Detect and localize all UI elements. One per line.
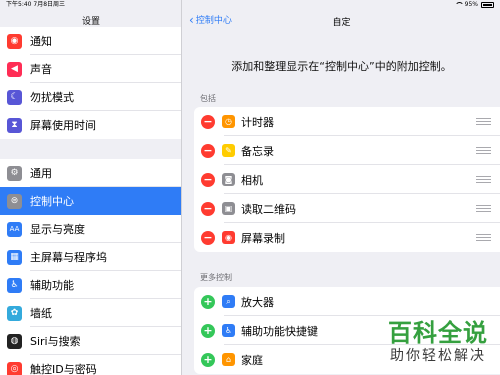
list-item-camera: − ◙ 相机 bbox=[194, 165, 500, 194]
add-button[interactable]: + bbox=[201, 352, 215, 367]
sidebar-item-touch-id[interactable]: ◎ 触控ID与密码 bbox=[0, 355, 181, 375]
status-time-date: 下午5:40 7月8日周三 bbox=[6, 1, 66, 8]
notifications-icon: ◉ bbox=[7, 33, 22, 49]
more-section-label: 更多控制 bbox=[200, 273, 232, 282]
sidebar-item-label: 声音 bbox=[30, 63, 52, 76]
page-title: 自定 bbox=[332, 18, 351, 28]
battery-percent: 95% bbox=[464, 1, 478, 8]
included-section-label: 包括 bbox=[200, 94, 216, 103]
list-item-screen-record: − ◉ 屏幕录制 bbox=[194, 223, 500, 252]
control-center-icon: ⊜ bbox=[7, 193, 22, 209]
home-icon: ⌂ bbox=[222, 353, 235, 366]
sidebar-item-label: 触控ID与密码 bbox=[30, 363, 97, 375]
sidebar-item-accessibility[interactable]: ♿ 辅助功能 bbox=[0, 271, 181, 299]
control-label: 计时器 bbox=[241, 115, 274, 129]
sidebar-group-1: ◉ 通知 ◀ 声音 ☾ 勿扰模式 ⧗ 屏幕使用时间 bbox=[0, 27, 181, 139]
sidebar-item-siri[interactable]: ◍ Siri与搜索 bbox=[0, 327, 181, 355]
sidebar-item-label: 通用 bbox=[30, 167, 52, 180]
control-label: 屏幕录制 bbox=[241, 231, 285, 245]
status-right: 95% bbox=[454, 0, 494, 10]
hint-text: 添加和整理显示在“控制中心”中的附加控制。 bbox=[231, 60, 452, 73]
sidebar-item-label: 控制中心 bbox=[30, 195, 74, 208]
sidebar-group-2: ⚙ 通用 ⊜ 控制中心 AA 显示与亮度 ▦ 主屏幕与程序坞 ♿ 辅助功能 ✿ … bbox=[0, 159, 181, 375]
sidebar-item-label: 主屏幕与程序坞 bbox=[30, 251, 107, 264]
touch-id-icon: ◎ bbox=[7, 361, 22, 375]
watermark-logo: 百科全说 助你轻松解决 bbox=[388, 319, 488, 365]
list-item-magnifier: + ⌕ 放大器 bbox=[194, 287, 500, 316]
list-item-notes: − ✎ 备忘录 bbox=[194, 136, 500, 165]
add-button[interactable]: + bbox=[201, 323, 215, 338]
sidebar-item-wallpaper[interactable]: ✿ 墙纸 bbox=[0, 299, 181, 327]
accessibility-shortcut-icon: ♿ bbox=[222, 324, 235, 337]
notes-icon: ✎ bbox=[222, 144, 235, 157]
control-label: 家庭 bbox=[241, 353, 263, 367]
nav-bar: ‹ 控制中心 自定 bbox=[183, 10, 500, 32]
display-icon: AA bbox=[7, 221, 22, 237]
watermark-title: 百科全说 bbox=[388, 319, 488, 347]
sidebar-item-label: 勿扰模式 bbox=[30, 91, 74, 104]
accessibility-icon: ♿ bbox=[7, 277, 22, 293]
settings-sidebar: 设置 ◉ 通知 ◀ 声音 ☾ 勿扰模式 ⧗ 屏幕使用时间 ⚙ 通用 ⊜ 控制中心… bbox=[0, 0, 182, 375]
reorder-handle-icon[interactable] bbox=[476, 176, 491, 183]
reorder-handle-icon[interactable] bbox=[476, 234, 491, 241]
sidebar-title: 设置 bbox=[81, 17, 100, 27]
status-bar: 下午5:40 7月8日周三 95% bbox=[0, 0, 500, 10]
sidebar-item-home-screen[interactable]: ▦ 主屏幕与程序坞 bbox=[0, 243, 181, 271]
hourglass-icon: ⧗ bbox=[7, 117, 22, 133]
sidebar-item-screen-time[interactable]: ⧗ 屏幕使用时间 bbox=[0, 111, 181, 139]
magnifier-icon: ⌕ bbox=[222, 295, 235, 308]
wifi-icon bbox=[454, 2, 464, 8]
remove-button[interactable]: − bbox=[201, 114, 215, 129]
sidebar-item-display[interactable]: AA 显示与亮度 bbox=[0, 215, 181, 243]
reorder-handle-icon[interactable] bbox=[476, 205, 491, 212]
sidebar-item-general[interactable]: ⚙ 通用 bbox=[0, 159, 181, 187]
gear-icon: ⚙ bbox=[7, 165, 22, 181]
sidebar-item-label: 通知 bbox=[30, 35, 52, 48]
timer-icon: ◷ bbox=[222, 115, 235, 128]
list-item-qr-code: − ▣ 读取二维码 bbox=[194, 194, 500, 223]
remove-button[interactable]: − bbox=[201, 201, 215, 216]
watermark-subtitle: 助你轻松解决 bbox=[390, 348, 486, 364]
moon-icon: ☾ bbox=[7, 89, 22, 105]
screen-record-icon: ◉ bbox=[222, 231, 235, 244]
control-label: 辅助功能快捷键 bbox=[241, 324, 318, 338]
settings-screen: 设置 ◉ 通知 ◀ 声音 ☾ 勿扰模式 ⧗ 屏幕使用时间 ⚙ 通用 ⊜ 控制中心… bbox=[0, 0, 500, 375]
sound-icon: ◀ bbox=[7, 61, 22, 77]
sidebar-item-label: 辅助功能 bbox=[30, 279, 74, 292]
camera-icon: ◙ bbox=[222, 173, 235, 186]
home-screen-icon: ▦ bbox=[7, 249, 22, 265]
remove-button[interactable]: − bbox=[201, 143, 215, 158]
list-item-timer: − ◷ 计时器 bbox=[194, 107, 500, 136]
remove-button[interactable]: − bbox=[201, 230, 215, 245]
sidebar-item-sound[interactable]: ◀ 声音 bbox=[0, 55, 181, 83]
add-button[interactable]: + bbox=[201, 294, 215, 309]
reorder-handle-icon[interactable] bbox=[476, 118, 491, 125]
remove-button[interactable]: − bbox=[201, 172, 215, 187]
sidebar-item-do-not-disturb[interactable]: ☾ 勿扰模式 bbox=[0, 83, 181, 111]
sidebar-item-label: 墙纸 bbox=[30, 307, 52, 320]
control-label: 相机 bbox=[241, 173, 263, 187]
sidebar-item-control-center[interactable]: ⊜ 控制中心 bbox=[0, 187, 181, 215]
included-list: − ◷ 计时器 − ✎ 备忘录 − ◙ 相机 − ▣ 读取二维码 − ◉ 屏幕录… bbox=[194, 107, 500, 252]
battery-icon bbox=[481, 2, 494, 8]
control-label: 读取二维码 bbox=[241, 202, 296, 216]
sidebar-item-label: 显示与亮度 bbox=[30, 223, 85, 236]
siri-icon: ◍ bbox=[7, 333, 22, 349]
sidebar-item-label: Siri与搜索 bbox=[30, 335, 81, 348]
sidebar-item-label: 屏幕使用时间 bbox=[30, 119, 96, 132]
control-label: 备忘录 bbox=[241, 144, 274, 158]
wallpaper-icon: ✿ bbox=[7, 305, 22, 321]
qr-code-icon: ▣ bbox=[222, 202, 235, 215]
sidebar-item-notifications[interactable]: ◉ 通知 bbox=[0, 27, 181, 55]
reorder-handle-icon[interactable] bbox=[476, 147, 491, 154]
control-label: 放大器 bbox=[241, 295, 274, 309]
